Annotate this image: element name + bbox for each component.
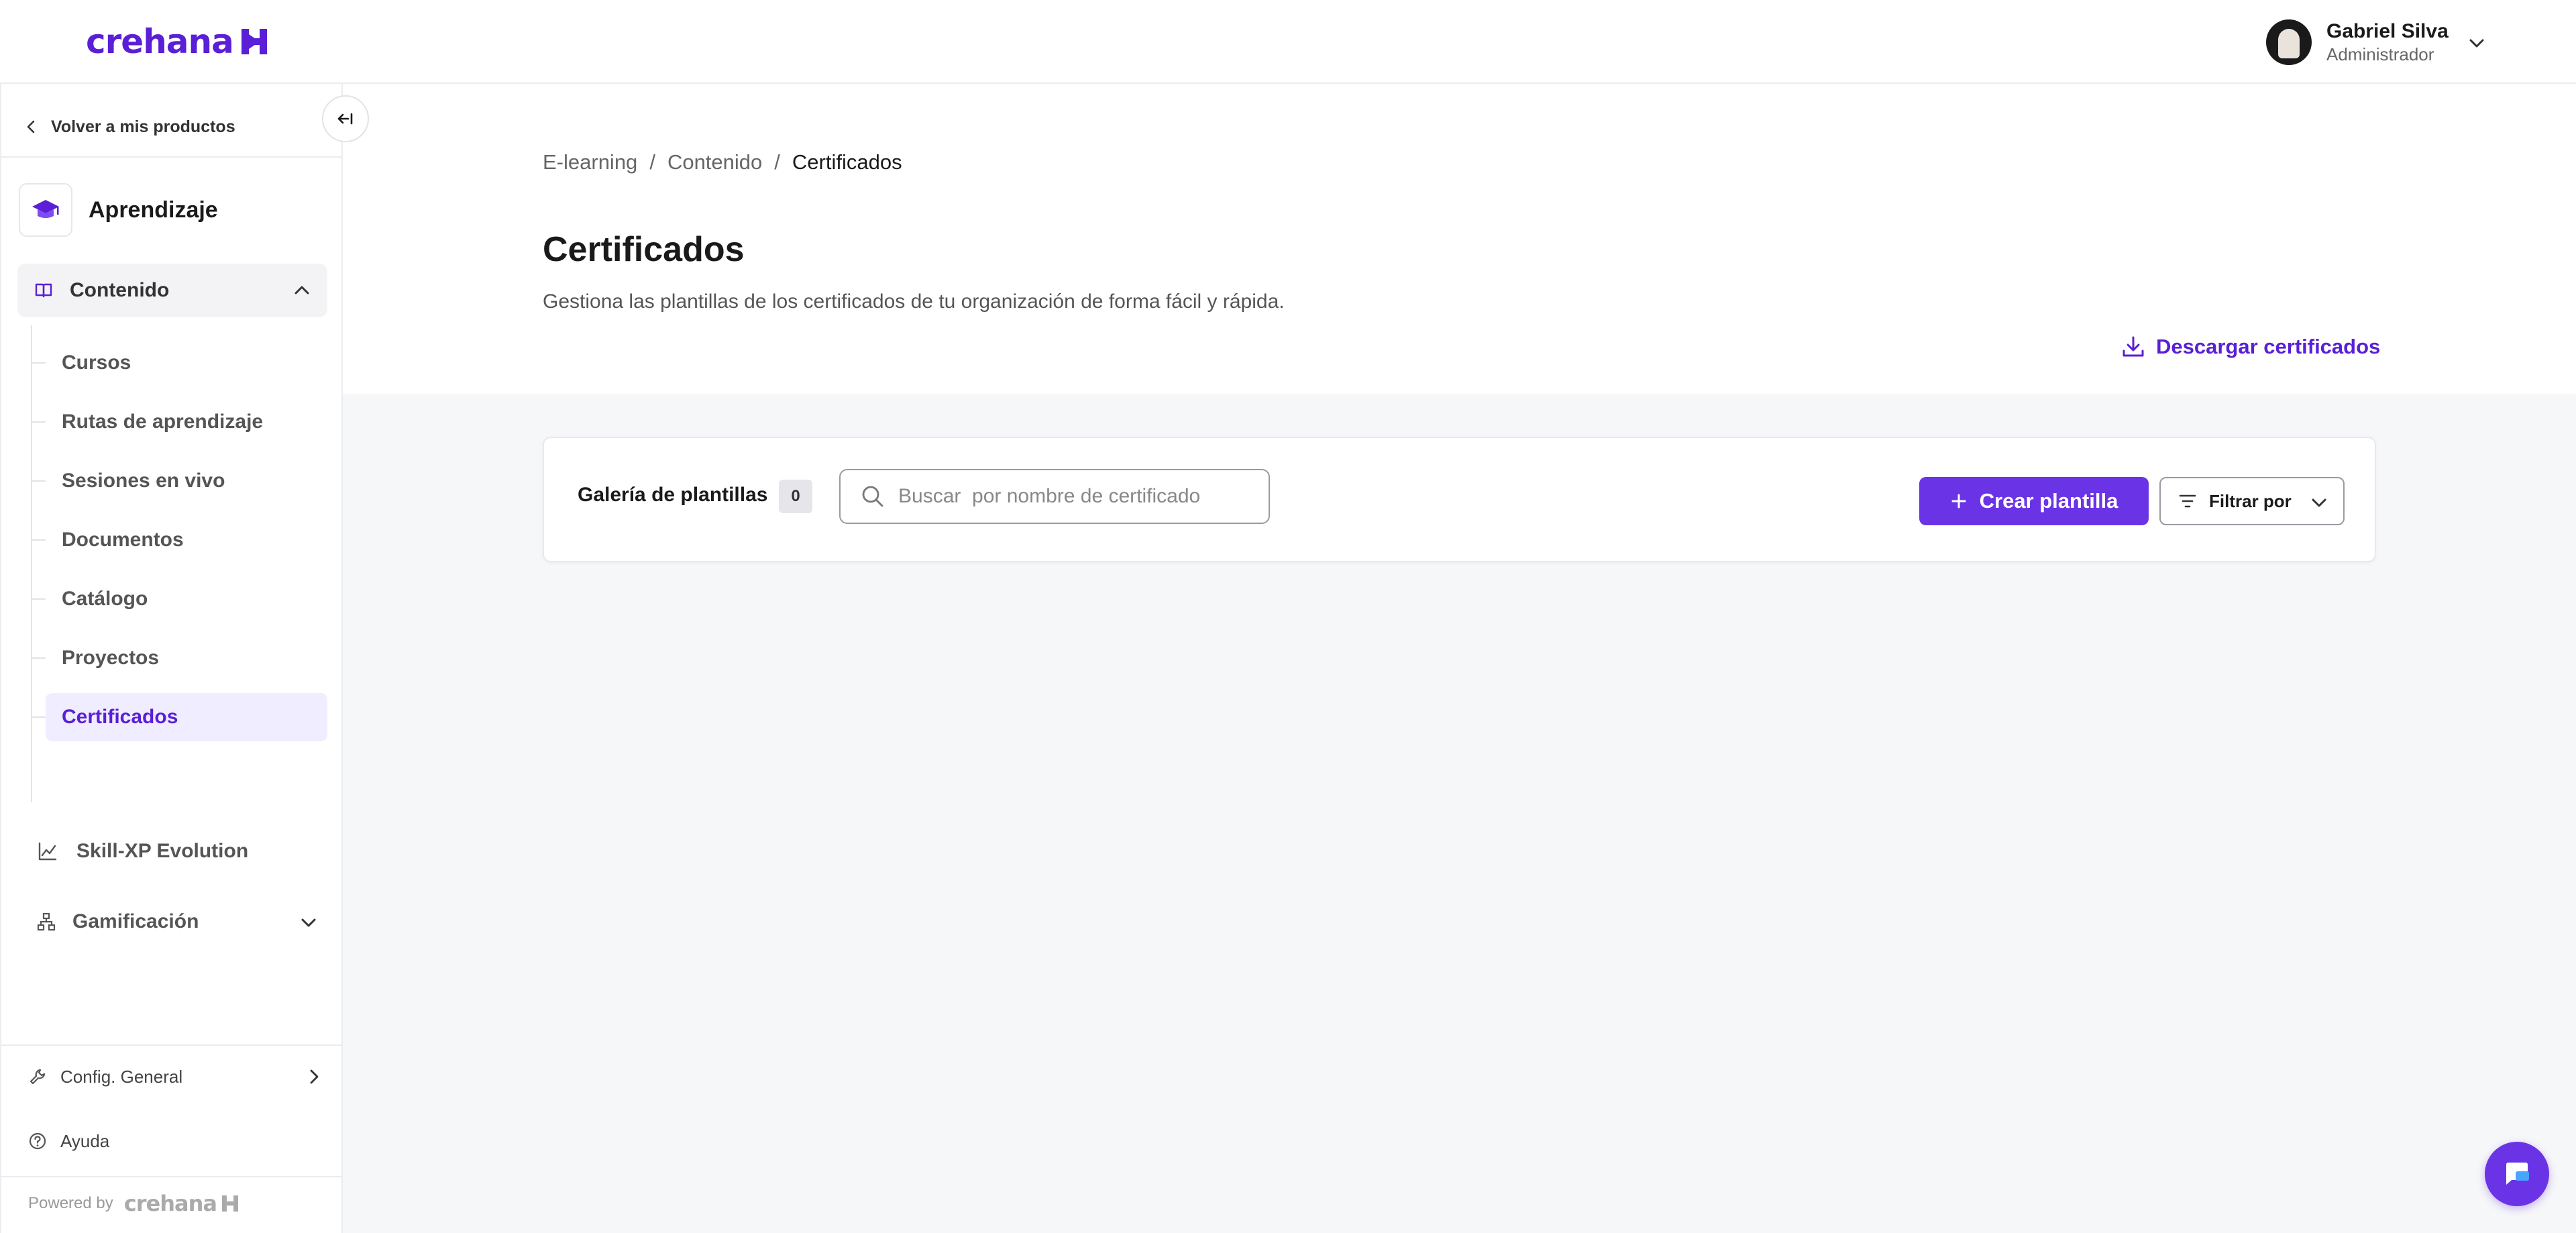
help-circle-icon [29, 1132, 46, 1150]
product-name: Aprendizaje [89, 197, 218, 223]
page-description: Gestiona las plantillas de los certifica… [543, 290, 1285, 313]
tree-line [31, 325, 32, 802]
sidebar-item-documentos[interactable]: Documentos [31, 516, 327, 564]
chevron-right-icon [310, 1069, 319, 1084]
section-label: Contenido [70, 279, 170, 301]
config-label: Config. General [60, 1066, 183, 1087]
user-role: Administrador [2326, 44, 2434, 64]
collapse-sidebar-icon [337, 113, 353, 125]
sidebar-divider [1, 1176, 343, 1177]
product-header: Aprendizaje [19, 183, 218, 237]
breadcrumb-certificados: Certificados [792, 150, 902, 174]
chevron-down-icon [301, 918, 316, 927]
sidebar-item-skill-xp[interactable]: Skill-XP Evolution [38, 833, 248, 870]
gamification-label: Gamificación [72, 910, 199, 932]
sidebar-item-sesiones[interactable]: Sesiones en vivo [31, 457, 327, 505]
logo-mark-icon [241, 29, 267, 54]
back-link-label: Volver a mis productos [51, 117, 235, 136]
logo-mark-icon [221, 1195, 238, 1212]
powered-logo: crehana [123, 1191, 217, 1216]
download-icon [2123, 336, 2144, 357]
user-menu[interactable]: Gabriel Silva Administrador [2266, 19, 2484, 66]
search-input[interactable] [898, 485, 1260, 508]
filter-label: Filtrar por [2209, 490, 2292, 511]
breadcrumb-separator: / [774, 150, 780, 174]
create-template-button[interactable]: Crear plantilla [1919, 477, 2149, 525]
help-label: Ayuda [60, 1130, 110, 1151]
sidebar-section-gamificacion[interactable]: Gamificación [36, 898, 318, 945]
download-label: Descargar certificados [2156, 335, 2381, 358]
graduation-cap-icon [19, 183, 72, 237]
chevron-left-icon [27, 120, 35, 133]
search-box[interactable] [839, 469, 1270, 524]
breadcrumb-elearning[interactable]: E-learning [543, 150, 637, 174]
crehana-logo[interactable]: crehana [86, 22, 267, 61]
user-info: Gabriel Silva Administrador [2326, 19, 2449, 65]
template-gallery-card: Galería de plantillas 0 Crear plantilla … [543, 437, 2376, 562]
sidebar-section-contenido[interactable]: Contenido [17, 264, 327, 317]
plus-icon [1951, 494, 1966, 508]
user-name: Gabriel Silva [2326, 20, 2449, 42]
sidebar-item-cursos[interactable]: Cursos [31, 339, 327, 387]
sidebar-divider [1, 156, 343, 158]
powered-by-label: Powered by [28, 1194, 113, 1212]
create-template-label: Crear plantilla [1979, 489, 2118, 513]
sidebar-item-proyectos[interactable]: Proyectos [31, 634, 327, 682]
sidebar-item-help[interactable]: Ayuda [28, 1122, 109, 1160]
chevron-down-icon [2312, 498, 2326, 507]
download-certificates-button[interactable]: Descargar certificados [2121, 331, 2380, 362]
breadcrumb: E-learning / Contenido / Certificados [543, 149, 902, 176]
sidebar-item-catalogo[interactable]: Catálogo [31, 575, 327, 623]
breadcrumb-separator: / [649, 150, 655, 174]
sidebar-item-config[interactable]: Config. General [28, 1058, 323, 1095]
wrench-icon [30, 1069, 46, 1085]
avatar [2266, 19, 2312, 65]
gamification-icon [37, 912, 56, 931]
chevron-up-icon [294, 286, 309, 294]
top-bar: crehana Gabriel Silva Administrador [0, 0, 2576, 84]
sidebar-divider [1, 1044, 343, 1046]
chat-icon [2506, 1163, 2529, 1185]
chat-button[interactable] [2485, 1142, 2549, 1206]
skill-label: Skill-XP Evolution [76, 840, 249, 862]
page-title: Certificados [543, 230, 745, 269]
search-icon [862, 486, 883, 507]
sidebar-item-certificados[interactable]: Certificados [31, 693, 327, 741]
powered-by: Powered by crehana [28, 1187, 238, 1220]
chart-icon [38, 842, 57, 861]
logo-text: crehana [86, 22, 234, 61]
sidebar-item-rutas[interactable]: Rutas de aprendizaje [31, 398, 327, 446]
chevron-down-icon[interactable] [2467, 34, 2486, 52]
back-to-products-link[interactable]: Volver a mis productos [24, 108, 235, 146]
breadcrumb-contenido[interactable]: Contenido [667, 150, 762, 174]
filter-icon [2179, 494, 2196, 508]
gallery-title: Galería de plantillas [578, 484, 768, 506]
sidebar: Volver a mis productos Aprendizaje Conte… [0, 84, 343, 1233]
collapse-sidebar-button[interactable] [322, 95, 369, 142]
book-icon [35, 283, 52, 298]
template-count-badge: 0 [779, 480, 812, 513]
filter-dropdown[interactable]: Filtrar por [2159, 477, 2345, 525]
